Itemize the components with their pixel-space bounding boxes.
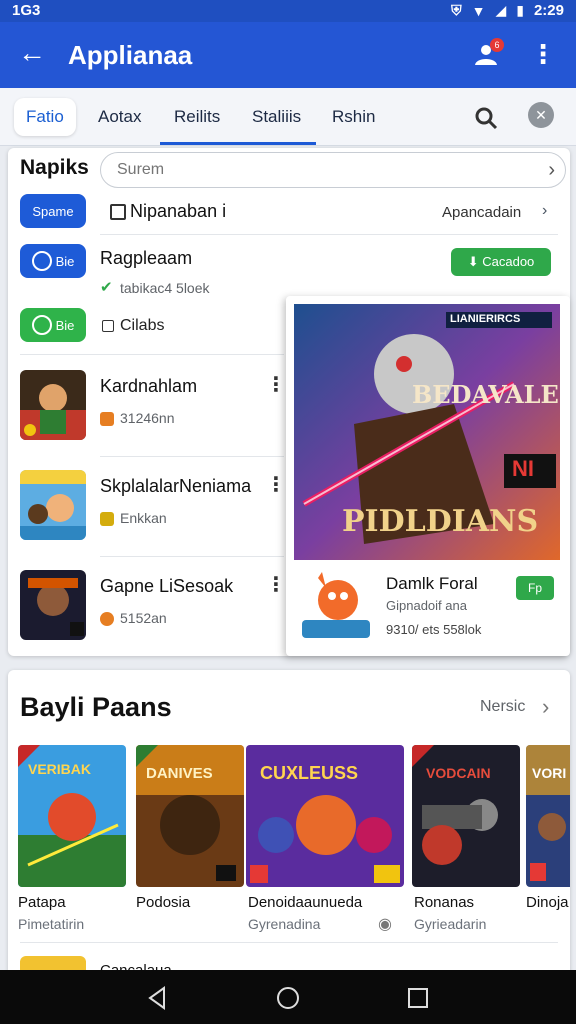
rating-icon xyxy=(100,612,114,626)
tile-name: Denoidaaunueda xyxy=(248,894,363,911)
row-sub: tabikac4 5loek xyxy=(120,280,210,296)
status-carrier: 1G3 xyxy=(12,2,41,19)
wifi-icon: ▼ xyxy=(471,2,486,19)
app-meta: 31246nn xyxy=(120,410,175,426)
tile-art-title: VORI xyxy=(532,765,567,781)
more-vert-icon[interactable]: ⋮ xyxy=(530,40,556,68)
system-nav-bar xyxy=(0,970,576,1024)
more-vert-icon[interactable]: ⋮ xyxy=(266,572,286,597)
mascot-image xyxy=(302,572,370,638)
game-cover-art[interactable]: LIANIERIRCS BEDAVALEI PIDLDIANS NI xyxy=(294,304,560,560)
recents-square-icon[interactable] xyxy=(404,984,432,1012)
checkbox[interactable] xyxy=(110,204,126,220)
app-bar: ← Applianaa 6 ⋮ xyxy=(0,22,576,88)
install-button[interactable]: ⬇ Cacadoo xyxy=(451,248,551,276)
app-name[interactable]: Gapne LiSesoak xyxy=(100,576,233,597)
game-install-button[interactable]: Fp xyxy=(516,576,554,600)
game-tile[interactable]: VORI xyxy=(526,745,570,887)
tile-art-title: DANIVES xyxy=(146,765,213,782)
back-triangle-icon[interactable] xyxy=(144,984,172,1012)
notification-button[interactable]: 6 xyxy=(472,38,504,68)
game-name: Damlk Foral xyxy=(386,574,478,593)
app-thumbnail[interactable] xyxy=(20,570,86,640)
app-name[interactable]: Kardnahlam xyxy=(100,376,197,397)
tile-name: Ronanas xyxy=(414,894,475,911)
tab-aotax[interactable]: Aotax xyxy=(86,98,153,136)
notification-badge: 6 xyxy=(490,38,504,52)
install-icon: ⬇ xyxy=(467,254,483,269)
game-subtitle: Gipnadoif ana xyxy=(386,598,467,613)
game-tile[interactable]: VERIBAK xyxy=(18,745,126,887)
chevron-right-icon: › xyxy=(542,202,548,219)
filter-icon[interactable]: ✕ xyxy=(528,102,554,128)
tab-fatio[interactable]: Fatio xyxy=(14,98,76,136)
app-name[interactable]: SkplalalarNeniama xyxy=(100,476,251,497)
page-title: Applianaa xyxy=(68,40,193,70)
row-link[interactable]: Apancadain xyxy=(442,204,521,221)
tile-art-title: CUXLEUSS xyxy=(260,763,359,783)
shield-icon: ⛨ xyxy=(451,2,462,18)
tab-bar: Fatio Aotax Reilits Staliiis Rshin xyxy=(0,88,576,146)
circle-icon xyxy=(31,315,52,335)
more-vert-icon[interactable]: ⋮ xyxy=(266,472,286,497)
check-icon: ✔ xyxy=(100,279,113,296)
row-label: Nipanaban i xyxy=(130,201,227,221)
tag-icon xyxy=(100,512,114,526)
bie-button[interactable]: Bie xyxy=(20,244,86,278)
tab-staliiis[interactable]: Staliiis xyxy=(240,98,313,136)
app-meta: Enkkan xyxy=(120,510,167,526)
section-title: Bayli Paans xyxy=(20,692,172,722)
status-time: 2:29 xyxy=(533,2,564,19)
tile-art-title: VODCAIN xyxy=(426,765,491,781)
art-title-mid: BEDAVALEI xyxy=(412,380,560,409)
chevron-right-icon: › xyxy=(548,159,555,181)
chevron-right-icon: › xyxy=(542,694,550,719)
tile-sub: Gyrenadina xyxy=(248,916,321,932)
tile-art-title: VERIBAK xyxy=(28,761,92,777)
game-meta: 9310/ ets 558lok xyxy=(386,622,482,637)
tab-rshin[interactable]: Rshin xyxy=(320,98,387,136)
tile-name: Podosia xyxy=(136,894,191,911)
game-tile[interactable]: VODCAIN xyxy=(412,745,520,887)
daily-games-card: Bayli Paans Nersic › VERIBAK Patapa Pime… xyxy=(8,670,570,980)
search-input[interactable] xyxy=(117,161,517,179)
tile-name: Dinoja xyxy=(526,894,569,911)
battery-icon: ▮ xyxy=(516,2,524,18)
eye-icon: ◉ xyxy=(378,916,392,933)
back-arrow-icon[interactable]: ← xyxy=(18,38,46,68)
game-preview-card[interactable]: LIANIERIRCS BEDAVALEI PIDLDIANS NI Damlk… xyxy=(286,296,570,656)
art-badge: NI xyxy=(512,456,534,481)
home-circle-icon[interactable] xyxy=(274,984,302,1012)
search-field[interactable]: › xyxy=(100,152,566,188)
signal-icon: ◢ xyxy=(495,2,507,18)
tab-indicator xyxy=(160,142,316,145)
spame-button[interactable]: Spame xyxy=(20,194,86,228)
row-label: Ragpleaam xyxy=(100,248,193,268)
app-thumbnail[interactable] xyxy=(20,470,86,540)
art-title-bottom: PIDLDIANS xyxy=(342,504,539,539)
app-thumbnail[interactable] xyxy=(20,370,86,440)
circle-icon xyxy=(31,251,52,271)
app-meta: 5152an xyxy=(120,610,167,626)
tab-reilits[interactable]: Reilits xyxy=(162,98,232,136)
section-title: Napiks xyxy=(20,156,89,179)
see-more-link[interactable]: Nersic xyxy=(480,698,525,716)
tile-sub: Pimetatirin xyxy=(18,916,85,932)
row-label: Cilabs xyxy=(120,317,165,334)
status-bar: 1G3 ⛨ ▼ ◢ ▮ 2:29 xyxy=(0,0,576,22)
game-tile[interactable]: CUXLEUSS xyxy=(246,745,404,887)
bie-button-green[interactable]: Bie xyxy=(20,308,86,342)
checkbox[interactable] xyxy=(102,320,114,332)
search-icon[interactable] xyxy=(470,102,502,134)
more-vert-icon[interactable]: ⋮ xyxy=(266,372,286,397)
star-icon xyxy=(100,412,114,426)
tile-name: Patapa xyxy=(18,894,66,911)
art-title-top: LIANIERIRCS xyxy=(450,313,521,325)
tile-sub: Gyrieadarin xyxy=(414,916,487,932)
game-tile[interactable]: DANIVES xyxy=(136,745,244,887)
